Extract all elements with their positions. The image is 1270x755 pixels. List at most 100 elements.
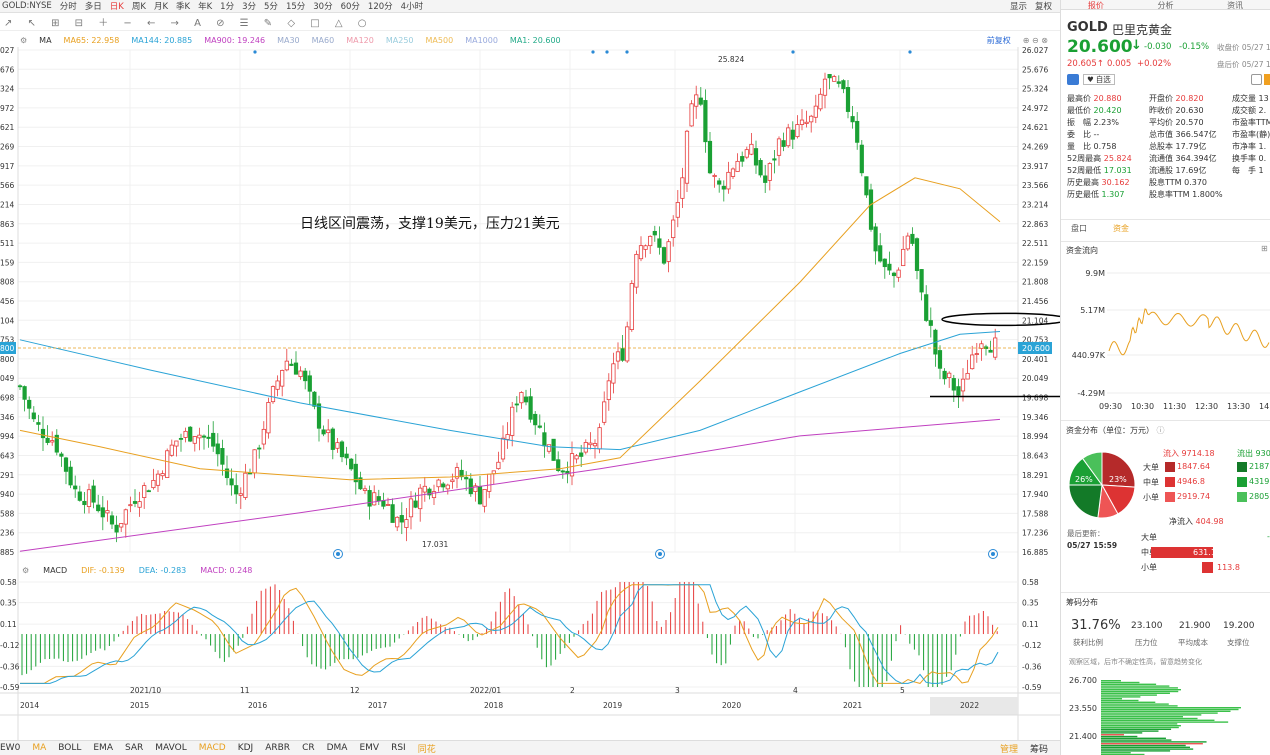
flow-axis-label: 9.9M (1085, 269, 1105, 278)
alert-icon[interactable] (1251, 74, 1262, 85)
period-tab-active[interactable]: 日K (110, 0, 124, 12)
ticker: GOLD (1067, 20, 1108, 35)
indicator-tab[interactable]: MAVOL (155, 743, 186, 753)
period-tab[interactable]: 月K (154, 0, 168, 12)
tab-orderbook[interactable]: 盘口 (1071, 220, 1087, 237)
candle-down (304, 371, 307, 381)
tab-news[interactable]: 资讯 (1227, 0, 1243, 9)
indicator-tab[interactable]: EW0 (0, 743, 20, 753)
news-marker-dot (336, 552, 340, 556)
quote-cell: 成交额 2. (1232, 105, 1270, 117)
candle-up (639, 246, 642, 259)
period-tab[interactable]: 5分 (264, 0, 278, 12)
price-axis-label: 23.917 (1022, 162, 1048, 171)
low-label: 17.031 (422, 540, 448, 549)
candle-down (18, 386, 21, 387)
indicator-tab[interactable]: EMV (359, 743, 379, 753)
candle-down (294, 363, 297, 374)
tab-analysis[interactable]: 分析 (1157, 0, 1173, 9)
price-axis-label-left: 346 (0, 413, 15, 422)
down-arrow-icon: ↓ (1131, 38, 1142, 53)
period-tab[interactable]: 1分 (220, 0, 234, 12)
period-tab[interactable]: 3分 (242, 0, 256, 12)
indicator-tab[interactable]: RSI (391, 743, 406, 753)
quote-cell: 每 手 1 (1232, 165, 1270, 177)
indicator-tab[interactable]: ARBR (265, 743, 290, 753)
candle-down (207, 437, 210, 438)
period-tab[interactable]: 季K (176, 0, 190, 12)
quote-cell: 换手率 0. (1232, 153, 1270, 165)
period-tab[interactable]: 年K (198, 0, 212, 12)
chip-button[interactable]: 筹码 (1030, 742, 1048, 755)
kline-chart[interactable]: 26.02702725.67667625.32432424.97297224.6… (0, 47, 1060, 740)
time-label: 12 (350, 686, 360, 695)
flow-chart: 9.9M5.17M440.97K-4.29M09:30 10:30 11:30 12:… (1061, 256, 1270, 416)
candle-up (800, 120, 803, 124)
zoom-icons[interactable]: ⊕ ⊖ ⊗ (1023, 36, 1048, 45)
indicator-tab-active[interactable]: MACD (199, 743, 226, 753)
indicator-tab[interactable]: BOLL (58, 743, 81, 753)
candle-down (561, 471, 564, 472)
quote-value: 20.630 (1173, 106, 1204, 115)
period-tab[interactable]: 120分 (368, 0, 393, 12)
pie-label: 23% (1109, 475, 1127, 484)
period-tab[interactable]: 30分 (313, 0, 332, 12)
chip-bar (1101, 738, 1166, 739)
candle-down (230, 479, 233, 485)
period-tab[interactable]: 4小时 (401, 0, 423, 12)
price-axis-label: 22.863 (1022, 220, 1048, 229)
period-tab[interactable]: 多日 (85, 0, 102, 12)
candle-down (313, 392, 316, 406)
display-menu[interactable]: 显示 (1010, 0, 1027, 12)
ma250-label: MA250 (386, 36, 414, 45)
indicator-tab[interactable]: 同花 (418, 742, 436, 755)
tab-capital[interactable]: 资金 (1113, 220, 1129, 237)
period-tab[interactable]: 60分 (341, 0, 360, 12)
fq-button[interactable]: 前复权 (987, 35, 1011, 46)
candle-down (759, 160, 762, 175)
candle-down (925, 295, 928, 321)
indicator-tab[interactable]: EMA (93, 743, 113, 753)
candle-up (685, 131, 688, 183)
price-axis-label-left: 269 (0, 143, 15, 152)
candle-down (60, 454, 63, 456)
flow-time-label: 10:30 (1131, 402, 1154, 411)
add-watchlist-button[interactable]: ♥ 自选 (1083, 74, 1115, 85)
help-icon[interactable]: ⓘ (1157, 426, 1165, 435)
quote-cell: 开盘价 20.820 (1149, 93, 1232, 105)
indicator-tab[interactable]: CR (302, 743, 315, 753)
period-tab[interactable]: 分时 (60, 0, 77, 12)
event-marker (625, 50, 628, 53)
settings-icon[interactable]: ⚙ (20, 36, 27, 45)
price-axis-label: 23.566 (1022, 181, 1048, 190)
candle-down (883, 259, 886, 267)
indicator-tab[interactable]: DMA (327, 743, 348, 753)
chip-avg: 21.900 (1179, 621, 1211, 631)
quote-cell: 流通股 17.69亿 (1149, 165, 1232, 177)
quote-label: 流通值 (1149, 154, 1173, 163)
manage-button[interactable]: 管理 (1000, 742, 1018, 755)
share-icon[interactable] (1067, 74, 1079, 85)
settings-icon[interactable]: ⚙ (22, 566, 29, 575)
price-axis-label-left: 236 (0, 529, 15, 538)
chip-bar (1101, 700, 1138, 701)
candle-down (391, 505, 394, 523)
expand-icon[interactable]: ⊞ (1261, 244, 1268, 253)
indicator-tab[interactable]: MA (32, 743, 46, 753)
tab-quote[interactable]: 报价 (1088, 0, 1104, 9)
period-tab[interactable]: 周K (132, 0, 146, 12)
indicator-tab[interactable]: KDJ (238, 743, 254, 753)
candle-up (166, 451, 169, 478)
candle-up (676, 202, 679, 217)
candle-down (317, 404, 320, 428)
fq-menu[interactable]: 复权 (1035, 0, 1052, 12)
flow-time-label: 09:30 (1099, 402, 1122, 411)
candle-up (690, 104, 693, 126)
indicator-tab[interactable]: SAR (125, 743, 143, 753)
price-change-pct: -0.15% (1179, 42, 1209, 52)
ma-label: MA (39, 36, 51, 45)
menu-icon[interactable] (1264, 74, 1270, 85)
high-label: 25.824 (718, 55, 744, 64)
chip-note: 观察区域，后市不确定性高，留意趋势变化 (1069, 657, 1202, 667)
period-tab[interactable]: 15分 (286, 0, 305, 12)
